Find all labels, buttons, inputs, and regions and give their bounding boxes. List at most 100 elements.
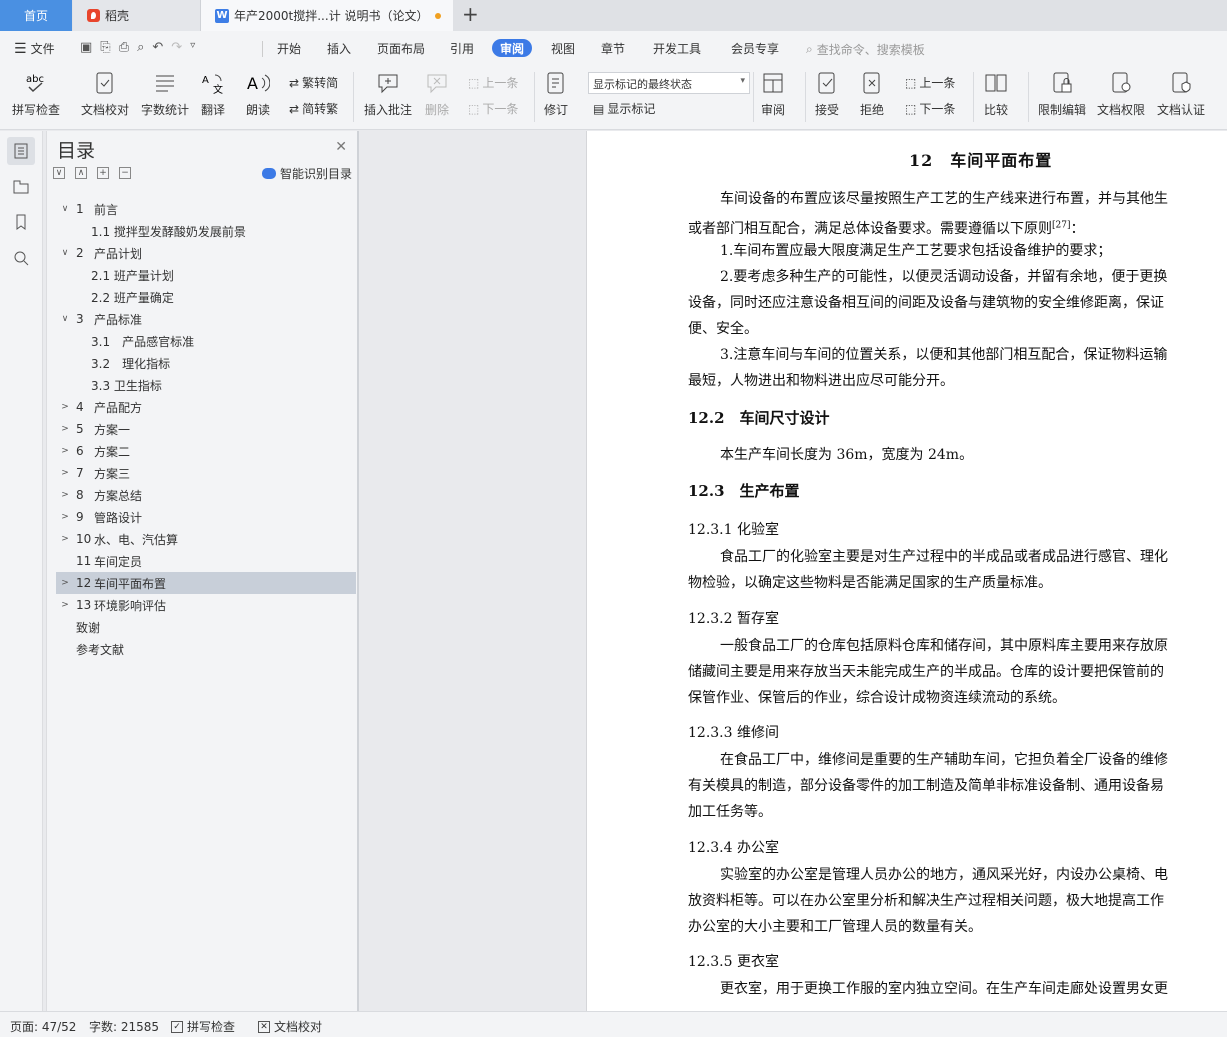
doc-permission-button[interactable]: 文档权限 xyxy=(1097,70,1145,118)
smart-toc-button[interactable]: 智能识别目录 xyxy=(261,165,352,182)
page-indicator[interactable]: 页面: 47/52 xyxy=(10,1018,76,1035)
new-tab-button[interactable]: + xyxy=(462,4,479,24)
customize-toolbar-icon[interactable]: ▿ xyxy=(190,40,195,55)
paragraph: 食品工厂的化验室主要是对生产过程中的半成品或者成品进行感官、理化 xyxy=(720,549,1168,565)
delete-comment-button[interactable]: 删除 xyxy=(424,70,450,118)
status-spellcheck[interactable]: ✓ 拼写检查 xyxy=(171,1018,235,1035)
print-icon[interactable]: ⎙ xyxy=(119,40,129,55)
tab-home[interactable]: 首页 xyxy=(0,0,72,31)
chapter-nav-icon[interactable] xyxy=(7,172,35,200)
compare-button[interactable]: 比较 xyxy=(983,70,1009,118)
toc-item[interactable]: 11 车间定员 xyxy=(56,550,356,572)
chevron-down-icon[interactable]: ∨ xyxy=(60,248,70,258)
menu-review[interactable]: 审阅 xyxy=(492,39,533,57)
chevron-down-icon[interactable]: ∨ xyxy=(60,204,70,214)
translate-button[interactable]: A文 翻译 xyxy=(200,70,226,118)
spellcheck-button[interactable]: abc 拼写检查 xyxy=(12,70,60,118)
toc-item[interactable]: >10 水、电、汽估算 xyxy=(56,528,356,550)
toc-item[interactable]: 2.2 班产量确定 xyxy=(56,286,356,308)
tab-daoke-label: 稻壳 xyxy=(105,9,130,23)
command-search[interactable]: ⌕ 查找命令、搜索模板 xyxy=(806,41,925,58)
collapse-all-icon[interactable]: ∧ xyxy=(75,167,87,179)
toc-item[interactable]: 3.3 卫生指标 xyxy=(56,374,356,396)
document-page[interactable]: 12 车间平面布置 车间设备的布置应该尽量按照生产工艺的生产线来进行布置，并与其… xyxy=(586,131,1227,1011)
close-icon[interactable]: ✕ xyxy=(335,139,347,155)
next-comment-button[interactable]: ⬚ 下一条 xyxy=(468,100,518,117)
format-painter-icon[interactable]: ⎘ xyxy=(100,40,110,55)
toc-item[interactable]: 3.1 产品感官标准 xyxy=(56,330,356,352)
toc-item[interactable]: 1.1 搅拌型发酵酸奶发展前景 xyxy=(56,220,356,242)
chevron-right-icon[interactable]: > xyxy=(60,468,70,478)
toc-nav-icon[interactable] xyxy=(7,137,35,165)
prev-change-button[interactable]: ⬚ 上一条 xyxy=(905,74,955,91)
toc-item[interactable]: 参考文献 xyxy=(56,638,356,660)
reject-button[interactable]: 拒绝 xyxy=(859,70,885,118)
toc-item[interactable]: ∨ 1 前言 xyxy=(56,198,356,220)
menu-insert[interactable]: 插入 xyxy=(327,31,351,66)
toc-item[interactable]: >8 方案总结 xyxy=(56,484,356,506)
toc-item[interactable]: 致谢 xyxy=(56,616,356,638)
bookmark-icon[interactable] xyxy=(7,208,35,236)
chevron-right-icon[interactable]: > xyxy=(60,534,70,544)
tab-document[interactable]: W 年产2000t搅拌...计 说明书（论文） xyxy=(201,0,453,31)
menu-references[interactable]: 引用 xyxy=(450,31,474,66)
toc-item-label: 环境影响评估 xyxy=(94,598,167,613)
reject-icon xyxy=(859,70,885,96)
toc-item[interactable]: >5 方案一 xyxy=(56,418,356,440)
simp-to-trad-button[interactable]: ⇄ 简转繁 xyxy=(289,100,338,117)
chevron-right-icon[interactable]: > xyxy=(60,402,70,412)
markup-state-select[interactable]: 显示标记的最终状态 ▾ xyxy=(588,72,750,94)
menu-developer[interactable]: 开发工具 xyxy=(653,31,701,66)
toc-item[interactable]: 3.2 理化指标 xyxy=(56,352,356,374)
add-heading-icon[interactable]: + xyxy=(97,167,109,179)
toc-item[interactable]: >6 方案二 xyxy=(56,440,356,462)
chevron-right-icon[interactable]: > xyxy=(60,446,70,456)
toc-item[interactable]: ∨ 2 产品计划 xyxy=(56,242,356,264)
trad-to-simp-button[interactable]: ⇄ 繁转简 xyxy=(289,74,338,91)
file-menu[interactable]: ☰ 文件 xyxy=(14,31,55,66)
menu-page-layout[interactable]: 页面布局 xyxy=(377,31,425,66)
menu-view[interactable]: 视图 xyxy=(551,31,575,66)
prev-comment-button[interactable]: ⬚ 上一条 xyxy=(468,74,518,91)
chevron-down-icon[interactable]: ∨ xyxy=(60,314,70,324)
toc-item[interactable]: >9 管路设计 xyxy=(56,506,356,528)
chevron-right-icon[interactable]: > xyxy=(60,600,70,610)
tab-daoke[interactable]: 稻壳 xyxy=(73,0,201,31)
chevron-right-icon[interactable]: > xyxy=(60,512,70,522)
search-icon[interactable] xyxy=(7,244,35,272)
toc-item[interactable]: >12 车间平面布置 xyxy=(56,572,356,594)
insert-comment-button[interactable]: 插入批注 xyxy=(364,70,412,118)
toc-item[interactable]: >13 环境影响评估 xyxy=(56,594,356,616)
accept-button[interactable]: 接受 xyxy=(814,70,840,118)
toc-item[interactable]: 2.1 班产量计划 xyxy=(56,264,356,286)
expand-all-icon[interactable]: ∨ xyxy=(53,167,65,179)
menu-start[interactable]: 开始 xyxy=(277,31,301,66)
track-changes-button[interactable]: 修订 xyxy=(543,70,569,118)
menu-member[interactable]: 会员专享 xyxy=(731,31,779,66)
next-change-button[interactable]: ⬚ 下一条 xyxy=(905,100,955,117)
word-count[interactable]: 字数: 21585 xyxy=(89,1018,159,1035)
heading-12-3-5: 12.3.5 更衣室 xyxy=(688,954,779,970)
toc-item[interactable]: >4 产品配方 xyxy=(56,396,356,418)
status-proofread[interactable]: ✕ 文档校对 xyxy=(258,1018,322,1035)
chevron-right-icon[interactable]: > xyxy=(60,490,70,500)
print-preview-icon[interactable]: ⌕ xyxy=(137,40,144,55)
save-icon[interactable]: ▣ xyxy=(80,40,92,55)
proofread-button[interactable]: 文档校对 xyxy=(81,70,129,118)
undo-icon[interactable]: ↶ xyxy=(152,40,163,55)
doc-certify-button[interactable]: 文档认证 xyxy=(1157,70,1205,118)
chevron-right-icon[interactable]: > xyxy=(60,578,70,588)
toc-item[interactable]: ∨ 3 产品标准 xyxy=(56,308,356,330)
toc-item[interactable]: >7 方案三 xyxy=(56,462,356,484)
paragraph: 3.注意车间与车间的位置关系，以便和其他部门相互配合，保证物料运输 xyxy=(720,347,1168,363)
chevron-right-icon[interactable]: > xyxy=(60,424,70,434)
review-pane-button[interactable]: 审阅 xyxy=(760,70,786,118)
restrict-editing-button[interactable]: 限制编辑 xyxy=(1038,70,1086,118)
read-aloud-button[interactable]: A 朗读 xyxy=(245,70,271,118)
redo-icon[interactable]: ↷ xyxy=(171,40,182,55)
wordcount-button[interactable]: 字数统计 xyxy=(141,70,189,118)
remove-heading-icon[interactable]: − xyxy=(119,167,131,179)
toc-item-number: 12 xyxy=(76,576,92,590)
menu-section[interactable]: 章节 xyxy=(601,31,625,66)
show-markup-button[interactable]: ▤ 显示标记 xyxy=(593,100,655,117)
